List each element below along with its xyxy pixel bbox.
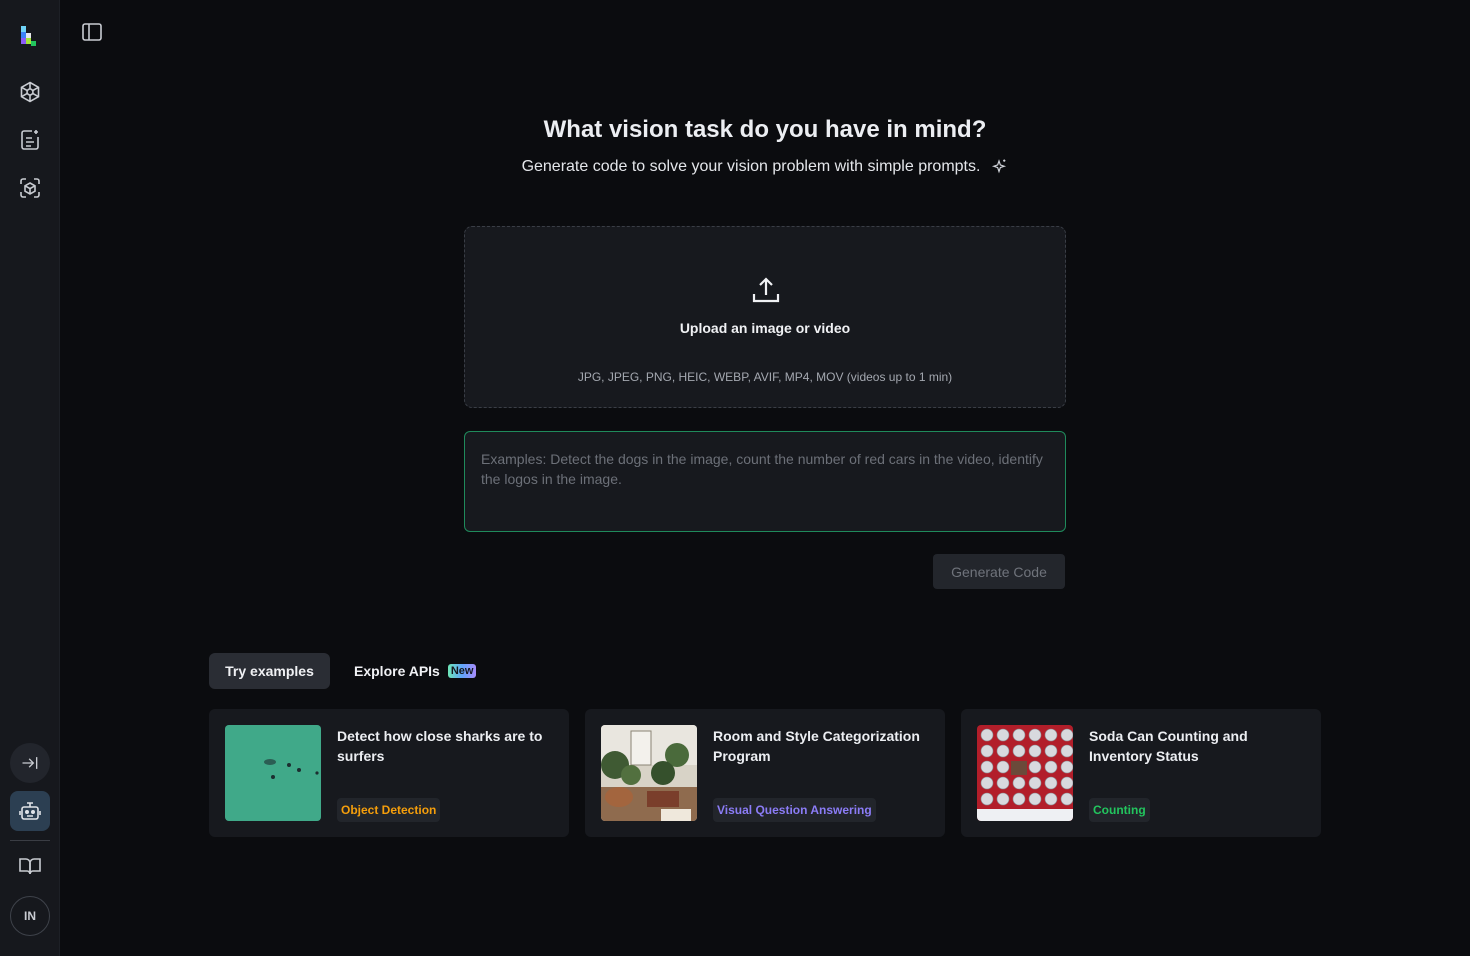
prompt-input[interactable] <box>464 431 1066 532</box>
example-title: Room and Style Categorization Program <box>713 728 920 764</box>
toggle-panel-button[interactable] <box>80 20 104 44</box>
sidebar-divider <box>10 840 50 841</box>
example-title: Detect how close sharks are to surfers <box>337 728 543 764</box>
example-card-soda[interactable]: Soda Can Counting and Inventory Status C… <box>961 709 1321 837</box>
upload-formats: JPG, JPEG, PNG, HEIC, WEBP, AVIF, MP4, M… <box>577 370 953 384</box>
tab-label: Try examples <box>225 663 314 679</box>
upload-dropzone[interactable]: Upload an image or video JPG, JPEG, PNG,… <box>464 226 1066 408</box>
robot-icon <box>19 802 41 820</box>
example-tag: Object Detection <box>337 798 441 822</box>
arrow-right-to-line-icon <box>22 757 38 769</box>
page-subtitle: Generate code to solve your vision probl… <box>521 158 981 175</box>
page-title-wrap: What vision task do you have in mind? <box>60 116 1470 144</box>
new-badge: New <box>447 664 477 678</box>
example-card-room[interactable]: Room and Style Categorization Program Vi… <box>585 709 945 837</box>
upload-icon <box>752 277 780 303</box>
example-tag: Counting <box>1089 798 1150 822</box>
page-title: What vision task do you have in mind? <box>543 116 987 143</box>
document-sparkle-icon[interactable] <box>10 120 50 160</box>
collapse-sidebar-button[interactable] <box>10 743 50 783</box>
sidebar-panel-icon <box>82 23 102 41</box>
open-book-icon[interactable] <box>10 846 50 886</box>
agent-button[interactable] <box>10 791 50 831</box>
avatar-initials: IN <box>24 909 36 923</box>
generate-code-button[interactable]: Generate Code <box>933 554 1065 589</box>
tab-explore-apis[interactable]: Explore APIs New <box>354 653 494 689</box>
landing-logo-icon[interactable] <box>10 16 50 56</box>
example-thumbnail <box>977 725 1073 821</box>
example-thumbnail <box>601 725 697 821</box>
upload-label: Upload an image or video <box>679 320 851 336</box>
example-title: Soda Can Counting and Inventory Status <box>1089 728 1248 764</box>
example-card-sharks[interactable]: Detect how close sharks are to surfers O… <box>209 709 569 837</box>
hexagon-network-icon[interactable] <box>10 72 50 112</box>
user-avatar[interactable]: IN <box>10 896 50 936</box>
sidebar: IN <box>0 0 60 956</box>
tab-label: Explore APIs <box>354 663 440 679</box>
sparkle-icon <box>992 159 1007 174</box>
cube-scan-icon[interactable] <box>10 168 50 208</box>
page-subtitle-wrap: Generate code to solve your vision probl… <box>60 158 1470 176</box>
tab-try-examples[interactable]: Try examples <box>209 653 330 689</box>
example-thumbnail <box>225 725 321 821</box>
example-tag: Visual Question Answering <box>713 798 876 822</box>
